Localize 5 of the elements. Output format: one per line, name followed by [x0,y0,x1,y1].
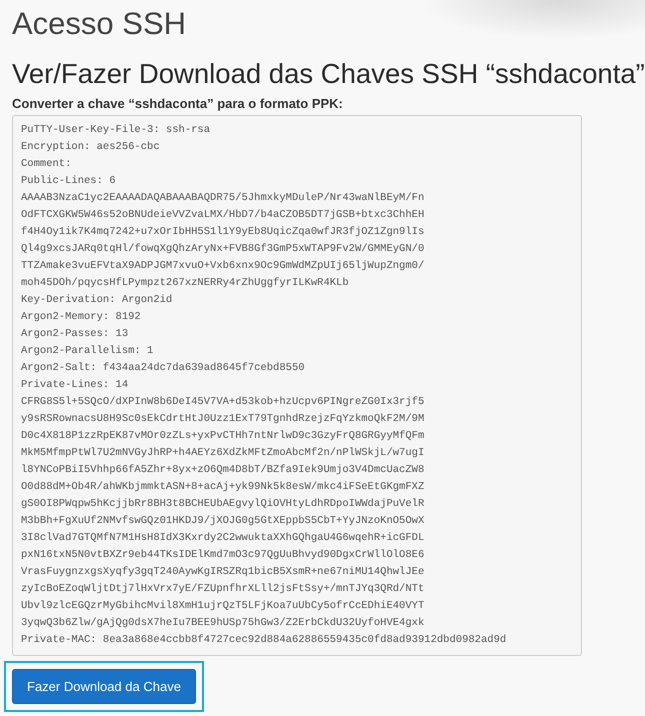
field-label: Converter a chave “sshdaconta” para o formato PPK: [12,96,343,111]
download-button[interactable]: Fazer Download da Chave [12,669,196,704]
key-field[interactable]: PuTTY-User-Key-File-3: ssh-rsa Encryption: aes256-cbc Comment: Public-Lines: 6 AAAAB3NzaC1yc2EAAAADAQABAAABAQDR75/5JhmxkyMDuleP/Nr43waNlBEyM/Fn OdFTCXGKW5W46s52oBNUdeieVVZvaLMX/HbD7/b4aCZOB5DT7jGSB+btxc3ChhEH f4H4Oy1ik7K4mq7242+u7xOrIbHH5S1l1Y9yEb8UqicZqa0wfJR3fjOZ1Zgn9lIs Ql4g9xcsJARq0tqHl/fowqXgQhzAryNx+FVB8Gf3GmP5xWTAP9Fv2W/GMMEyGN/0 TTZAmake3vuEFVtaX9ADPJGM7xvuO+Vxb6xnx9Oc9GmWdMZpUIj65ljWupZngm0/ moh45DOh/pqycsHfLPympzt267xzNERRy4rZhUggfyrILKwR4KLb Key-Derivation: Argon2id Argon2-Memory: 8192 Argon2-Passes: 13 Argon2-Parallelism: 1 Argon2-Salt: f434aa24dc7da639ad8645f7cebd8550 Private-Lines: 14 CFRG8S5l+5SQcO/dXPInW8b6DeI45V7VA+d53kob+hzUcpv6PINgreZG0Ix3rjf5 y9sRSRownacsU8H9Sc0sEkCdrtHtJ0Uzz1ExT79TgnhdRzejzFqYzkmoQkF2M/9M D0c4X818P1zzRpEK87vMOr0zZLs+yxPvCTHh7ntNrlwD9c3GzyFrQ8GRGyyMfQFm MkM5MfmpPtWl7U2mNVGyJhRP+h4AEYz6XdZkMFtZmoAbcMf2n/nPlWSkjL/w7ugI l8YNCoPBiI5Vhhp66fA5Zhr+8yx+zO6Qm4D8bT/BZfa9Iek9Umjo3V4DmcUacZW8 O0d88dM+Ob4R/ahWKbjmmktASN+8+acAj+yk99Nk5k8esW/mkc4iFSeEtGKgmFXZ gS0OI8PWqpw5hKcjjbRr8BH3t8BCHEUbAEgvylQiOVHtyLdhRDpoIWWdajPuVelR M3bBh+FgXuUf2NMvfswGQz01HKDJ9/jXOJG0g5GtXEppbS5CbT+YyJNzoKnO5OwX 3I8clVad7GTQMfN7M1HsH8IdX3Kxrdy2C2wwuktaXXhGQhgaU4G6wqehR+icGFDL pxN16txN5N0vtBXZr9eb44TKsIDElKmd7mO3c97QgUuBhvyd90DgxCrWllOlO8E6 VrasFuygnzxgsXyqfy3gqT240AywKgIRSZRq1bicB5XsmR+ne67niMU14QhwlJEe zyIcBoEZoqWljtDtj7lHxVrx7yE/FZUpnfhrXLll2jsFtSsy+/mnTJYq3QRd/NTt Ubvl9zlcEGQzrMyGbihcMvil8XmH1ujrQzT5LFjKoa7uUbCy5ofrCcEDhiE40VYT 3yqwQ3b6Zlw/gAjQg0dsX7heIu7BEE9hUSp75hGw3/Z2ErbCkdU32UyfoHVE4gxk Private-MAC: 8ea3a868e4ccbb8f4727cec92d884a62886559435c0fd8ad93912dbd0982ad9d [12,115,582,656]
page-title: Acesso SSH [12,5,186,43]
section-title: Ver/Fazer Download das Chaves SSH “sshdaconta” [12,58,645,90]
